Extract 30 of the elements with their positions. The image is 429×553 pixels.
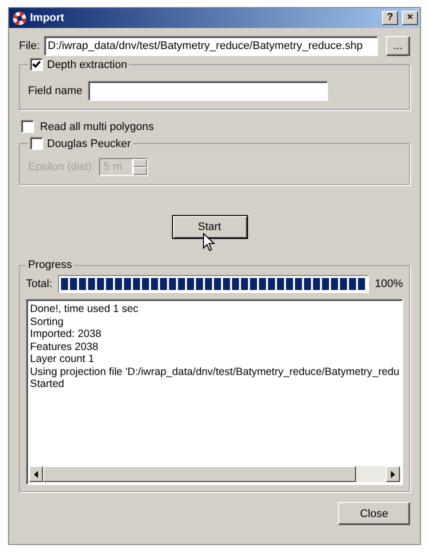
read-all-checkbox[interactable] [21,120,34,133]
log-line: Done!, time used 1 sec [30,303,140,316]
field-name-label: Field name [28,85,82,97]
log-line: Imported: 2038 [30,328,102,340]
depth-extraction-checkbox[interactable] [30,58,43,71]
log-line: Features 2038 [30,340,100,353]
group-title: Progress [27,259,74,271]
close-button[interactable]: × [402,11,418,25]
lifebuoy-icon [13,12,26,24]
checkbox-label: Depth extraction [47,58,128,70]
browse-button[interactable]: ... [386,36,410,56]
total-label: Total: [26,278,52,290]
log-line: Sorting [30,316,65,328]
progress-percent: 100% [374,278,403,290]
checkbox-label: Douglas Peucker [47,138,131,150]
log-line: Started [30,378,66,390]
file-path-field[interactable]: D:/iwrap_data/dnv/test/Batymetry_reduce/Batymetry_reduce.shp [44,36,378,56]
help-button[interactable]: ? [382,11,398,25]
checkbox-label: Read all multi polygons [40,120,154,132]
window-title: Import [30,12,66,24]
field-name-input[interactable] [88,81,328,101]
file-label: File: [19,40,40,52]
mouse-cursor-icon [203,233,215,252]
horizontal-scrollbar[interactable] [29,466,400,482]
close-dialog-button[interactable]: Close [338,502,410,525]
start-button[interactable]: Start [172,215,248,239]
log-line: Layer count 1 [30,353,96,366]
scroll-right-icon[interactable] [391,470,395,478]
scroll-left-icon[interactable] [34,470,38,478]
log-line: Using projection file 'D:/iwrap_data/dnv/test/Batymetry_reduce/Batymetry_redu [30,366,399,378]
